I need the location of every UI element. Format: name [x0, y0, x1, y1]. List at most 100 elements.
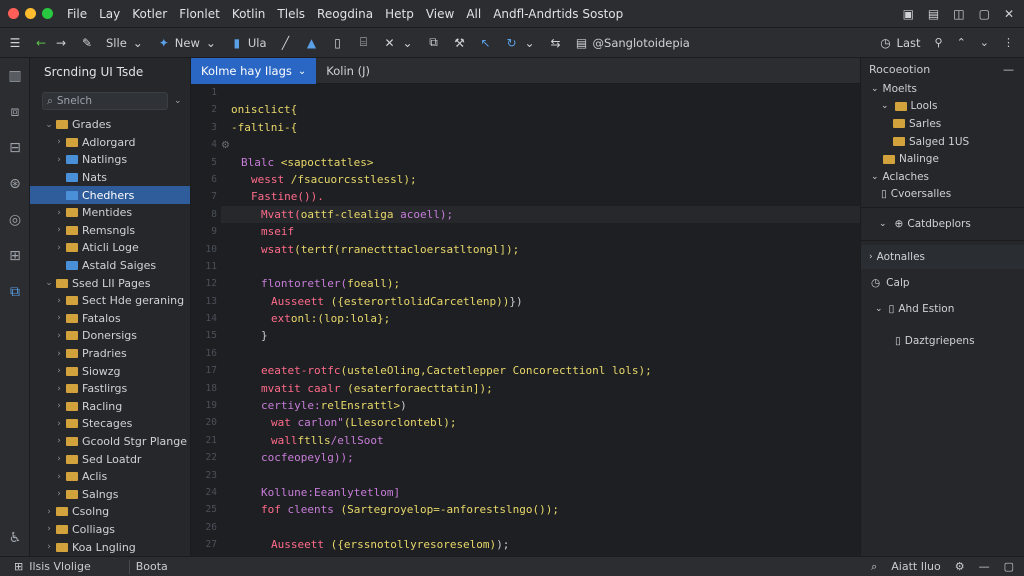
debug-icon[interactable]: ⊞	[0, 238, 30, 274]
chevron-right-icon[interactable]: ›	[54, 225, 64, 235]
menu-item[interactable]: Reogdina	[317, 7, 373, 21]
panel-icon[interactable]: ▤	[928, 7, 939, 21]
menu-item[interactable]: View	[426, 7, 454, 21]
chevron-right-icon[interactable]: ›	[54, 331, 64, 341]
code-line[interactable]: Kollune:Eeanlytetlom]	[221, 484, 860, 501]
tree-item[interactable]: › Gcoold Stgr Plange	[30, 433, 190, 451]
code-line[interactable]: mseif	[221, 223, 860, 240]
new-button[interactable]: ✦ New ⌄	[157, 36, 218, 50]
status-mid-label[interactable]: Boota	[136, 560, 168, 573]
minimize-icon[interactable]: —	[1003, 63, 1014, 76]
accessibility-icon[interactable]: ♿	[0, 520, 30, 556]
tree-item[interactable]: › Stecages	[30, 415, 190, 433]
chevron-right-icon[interactable]: ›	[44, 542, 54, 552]
more-icon[interactable]: ⋮	[1003, 36, 1014, 49]
code-line[interactable]	[221, 467, 860, 484]
code-line[interactable]: cocfeopeylg));	[221, 449, 860, 466]
chevron-right-icon[interactable]: ›	[54, 349, 64, 359]
close-icon[interactable]: ✕	[1004, 7, 1014, 21]
code-line[interactable]: Blalc <sapocttatles>	[221, 154, 860, 171]
chevron-right-icon[interactable]: ›	[54, 313, 64, 323]
tree-item[interactable]: › Sect Hde geraning	[30, 292, 190, 310]
menu-item[interactable]: Lay	[99, 7, 120, 21]
settings-icon[interactable]: ⚙	[955, 560, 965, 573]
layers-icon[interactable]: ⧉	[427, 35, 441, 50]
tree-item[interactable]: › Fastlirgs	[30, 380, 190, 398]
tree-item[interactable]: › Aclis	[30, 468, 190, 486]
status-left-label[interactable]: Ilsis Vlolige	[29, 560, 91, 573]
editor-tab-active[interactable]: Kolme hay Ilags ⌄	[191, 58, 317, 84]
tree-item[interactable]: › Remsngls	[30, 222, 190, 240]
chevron-right-icon[interactable]: ›	[44, 507, 54, 517]
code-line[interactable]: Ausseett ({esterortlolidCarcetlenp))})	[221, 293, 860, 310]
tree-item[interactable]: › Siowzg	[30, 362, 190, 380]
chevron-down-icon[interactable]: ⌄	[44, 120, 54, 130]
close-window-dot[interactable]	[8, 8, 19, 19]
code-line[interactable]	[221, 258, 860, 275]
status-right-label[interactable]: Aiatt Iluo	[891, 560, 940, 573]
tree-item[interactable]: › Natlings	[30, 151, 190, 169]
chevron-right-icon[interactable]: ›	[54, 489, 64, 499]
tree-item[interactable]: ⌄ Ssed LII Pages	[30, 274, 190, 292]
tree-item[interactable]: Nats	[30, 169, 190, 187]
tree-item[interactable]: › Koa Lngling	[30, 538, 190, 556]
project-selector[interactable]: ▤ @Sanglotoidepia	[575, 36, 690, 50]
hamburger-menu-icon[interactable]: ☰	[8, 36, 22, 50]
tree-item[interactable]: › Racling	[30, 398, 190, 416]
menu-item[interactable]: Kotler	[132, 7, 167, 21]
resource-tree-item[interactable]: ▯ Cvoersalles	[861, 186, 1024, 204]
breakpoint-icon[interactable]: ⚙	[221, 140, 230, 151]
resource-tree-item[interactable]: ⌄ Lools	[861, 98, 1024, 116]
ula-button[interactable]: ▮ Ula	[230, 36, 267, 50]
resource-row[interactable]: ◷ Calp	[861, 269, 1024, 297]
file-icon[interactable]: ▯	[331, 36, 345, 50]
chevron-right-icon[interactable]: ›	[54, 401, 64, 411]
menu-item[interactable]: Andfl-Andrtids Sostop	[493, 7, 623, 21]
tree-item[interactable]: › Fatalos	[30, 310, 190, 328]
wrench-icon[interactable]: ⚒	[453, 36, 467, 50]
chevron-right-icon[interactable]: ›	[54, 137, 64, 147]
tree-item[interactable]: › Colliags	[30, 521, 190, 539]
last-button[interactable]: ◷ Last	[879, 36, 920, 50]
commit-icon[interactable]: ⧈	[0, 94, 30, 130]
chevron-right-icon[interactable]: ›	[54, 366, 64, 376]
menu-item[interactable]: All	[466, 7, 481, 21]
split-icon[interactable]: ◫	[953, 7, 964, 21]
code-line[interactable]	[221, 345, 860, 362]
code-line[interactable]: wat carlon"(Llesorclontebl);	[221, 414, 860, 431]
window-icon[interactable]: ▢	[979, 7, 990, 21]
chevron-down-icon[interactable]: ⌄	[881, 101, 889, 111]
menu-item[interactable]: Kotlin	[232, 7, 266, 21]
sync-icon[interactable]: ⇆	[549, 36, 563, 50]
tree-item[interactable]: Astald Saiges	[30, 257, 190, 275]
code-line[interactable]: wesst /fsacuorcsstlessl);	[221, 171, 860, 188]
device-icon[interactable]: ⌸	[357, 35, 371, 50]
layout-icon[interactable]: ▣	[903, 7, 914, 21]
resource-tree-item[interactable]: Sarles	[861, 115, 1024, 133]
notifications-icon[interactable]: ▢	[1004, 560, 1014, 573]
code-line[interactable]: flontoretler(foeall);	[221, 275, 860, 292]
code-line[interactable]: }	[221, 327, 860, 344]
chevron-right-icon[interactable]: ›	[54, 472, 64, 482]
code-line[interactable]	[221, 84, 860, 101]
code-line[interactable]: Fastine()).	[221, 188, 860, 205]
code-line[interactable]: certiyle:relEnsrattl>)	[221, 397, 860, 414]
code-line[interactable]: eeatet-rotfc(usteleOling,Cactetlepper Co…	[221, 362, 860, 379]
tree-item[interactable]: › Sed Loatdr	[30, 450, 190, 468]
resource-row[interactable]: ⌄ ⊕ Catdbeplors	[861, 212, 1024, 236]
code-line[interactable]: extonl:(lop:lola};	[221, 310, 860, 327]
resource-row[interactable]: ▯ Daztgriepens	[861, 321, 1024, 361]
tree-item[interactable]: › Csolng	[30, 503, 190, 521]
line-icon[interactable]: ╱	[279, 36, 293, 50]
code-line[interactable]: wsatt(tertf(rranectttacloersatltongl]);	[221, 241, 860, 258]
chevron-down-icon[interactable]: ⌄	[871, 172, 879, 182]
forward-arrow-icon[interactable]: →	[54, 36, 68, 50]
chevron-down-icon[interactable]: ⌄	[980, 36, 989, 49]
tree-item[interactable]: › Adlorgard	[30, 134, 190, 152]
code-line[interactable]: Ausseett ({erssnotollyresoreselom));	[221, 536, 860, 553]
code-line[interactable]: onisclict{	[221, 101, 860, 118]
code-line[interactable]: Mvatt(oattf-clealiga acoell);	[221, 205, 860, 224]
code-line[interactable]: mvatit caalr (esaterforaecttatin]);	[221, 380, 860, 397]
minus-icon[interactable]: —	[979, 560, 990, 573]
chevron-right-icon[interactable]: ›	[54, 296, 64, 306]
